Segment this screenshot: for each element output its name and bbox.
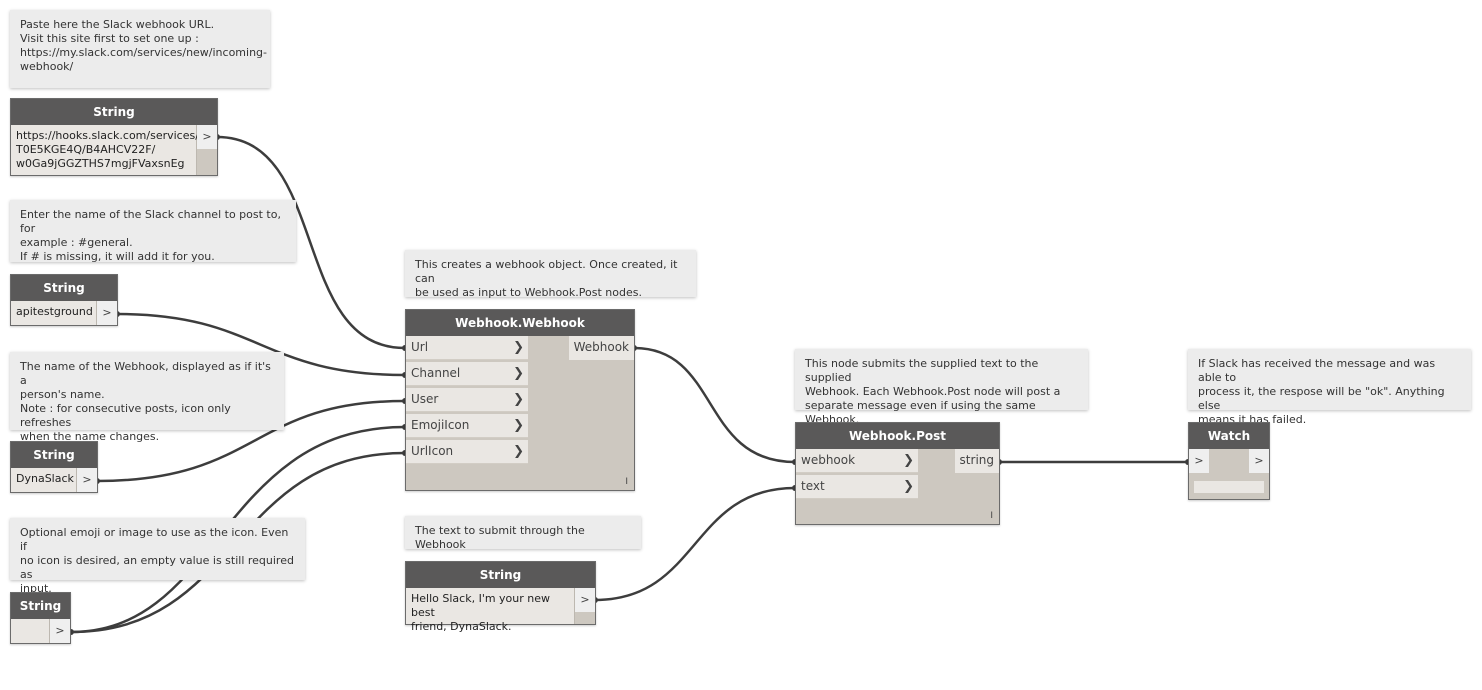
output-port[interactable]: > [1249,449,1269,473]
output-port[interactable]: > [575,588,595,612]
node-title: String [406,562,595,588]
lacing-indicator[interactable]: I [990,511,993,521]
port-label: Channel [411,366,461,380]
string-node-text[interactable]: String Hello Slack, I'm your new best fr… [405,561,596,633]
webhook-post-node[interactable]: Webhook.Post webhook ❯ text ❯ string I [795,422,1000,525]
string-node-url[interactable]: String https://hooks.slack.com/services/… [10,98,218,176]
port-label: EmojiIcon [411,418,470,432]
input-port-webhook[interactable]: webhook ❯ [796,449,918,473]
output-port[interactable]: > [97,301,117,325]
note-webhook-name[interactable]: The name of the Webhook, displayed as if… [10,352,284,443]
string-node-channel[interactable]: String apitestground > [10,274,118,326]
input-port[interactable]: > [1189,449,1209,473]
port-label: text [801,479,825,493]
chevron-right-icon: ❯ [513,340,524,355]
input-port-text[interactable]: text ❯ [796,475,918,499]
node-title: String [11,99,217,125]
chevron-right-icon: ❯ [513,366,524,381]
input-port-user[interactable]: User ❯ [406,388,528,412]
input-port-channel[interactable]: Channel ❯ [406,362,528,386]
output-port[interactable]: > [50,619,70,643]
string-node-name[interactable]: String DynaSlack > [10,441,98,493]
port-label: webhook [801,453,856,467]
string-value-url[interactable]: https://hooks.slack.com/services/ T0E5KG… [11,125,199,175]
note-webhook-object[interactable]: This creates a webhook object. Once crea… [405,250,696,299]
node-title: Webhook.Webhook [406,310,634,336]
string-value-icon[interactable] [11,619,50,643]
port-label: UrlIcon [411,444,454,458]
input-port-url[interactable]: Url ❯ [406,336,528,360]
node-title: Webhook.Post [796,423,999,449]
output-port[interactable]: > [77,468,97,492]
string-value-name[interactable]: DynaSlack [11,468,77,492]
port-label: Url [411,340,429,354]
string-value-channel[interactable]: apitestground [11,301,97,325]
output-port-string[interactable]: string [954,449,999,473]
webhook-webhook-node[interactable]: Webhook.Webhook Url ❯ Channel ❯ User ❯ E… [405,309,635,491]
watch-value-display [1194,481,1264,493]
chevron-right-icon: ❯ [513,392,524,407]
note-text[interactable]: The text to submit through the Webhook [405,516,641,551]
note-watch[interactable]: If Slack has received the message and wa… [1188,349,1471,426]
note-channel[interactable]: Enter the name of the Slack channel to p… [10,200,296,263]
chevron-right-icon: ❯ [513,418,524,433]
chevron-right-icon: ❯ [903,453,914,468]
chevron-right-icon: ❯ [513,444,524,459]
node-title: String [11,593,70,619]
output-port[interactable]: > [197,125,217,149]
note-webhook-url[interactable]: Paste here the Slack webhook URL. Visit … [10,10,270,88]
output-port-webhook[interactable]: Webhook [568,336,634,360]
string-node-icon[interactable]: String > [10,592,71,644]
node-title: Watch [1189,423,1269,449]
node-title: String [11,442,97,468]
watch-node[interactable]: Watch > > [1188,422,1270,500]
string-value-text[interactable]: Hello Slack, I'm your new best friend, D… [406,588,575,633]
note-icon[interactable]: Optional emoji or image to use as the ic… [10,518,305,595]
chevron-right-icon: ❯ [903,479,914,494]
wire-layer [68,134,1191,635]
node-title: String [11,275,117,301]
note-post[interactable]: This node submits the supplied text to t… [795,349,1088,426]
input-port-emojiicon[interactable]: EmojiIcon ❯ [406,414,528,438]
lacing-indicator[interactable]: I [625,477,628,487]
port-label: User [411,392,439,406]
input-port-urlicon[interactable]: UrlIcon ❯ [406,440,528,464]
wire-webhook-to-post [632,346,797,464]
